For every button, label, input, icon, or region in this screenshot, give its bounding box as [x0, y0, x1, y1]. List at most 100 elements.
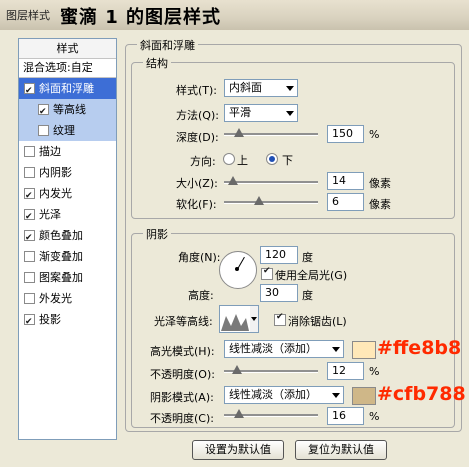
- depth-slider[interactable]: [224, 128, 318, 140]
- style-item-label: 外发光: [39, 292, 72, 305]
- styles-header[interactable]: 样式: [19, 39, 116, 59]
- highlight-mode-value: 线性减淡（添加）: [229, 342, 317, 355]
- angle-unit: 度: [302, 251, 313, 264]
- direction-label: 方向:: [190, 155, 216, 168]
- bevel-emboss-title: 斜面和浮雕: [137, 37, 198, 53]
- style-item-label: 内阴影: [39, 166, 72, 179]
- shadow-mode-dropdown[interactable]: 线性减淡（添加）: [224, 386, 344, 404]
- overlay-title: 蜜滴 1 的图层样式: [60, 7, 222, 28]
- window-title: 图层样式: [6, 9, 50, 22]
- bevel-checkbox[interactable]: [24, 81, 35, 102]
- highlight-mode-dropdown[interactable]: 线性减淡（添加）: [224, 340, 344, 358]
- depth-input[interactable]: 150: [327, 125, 364, 143]
- shadow-mode-value: 线性减淡（添加）: [229, 388, 317, 401]
- style-item-bevel[interactable]: 斜面和浮雕: [19, 78, 116, 102]
- style-label: 样式(T):: [176, 84, 218, 97]
- size-label: 大小(Z):: [176, 177, 218, 190]
- style-item-label: 渐变叠加: [39, 250, 83, 263]
- chevron-down-icon: [251, 317, 257, 321]
- chevron-down-icon: [286, 111, 294, 116]
- method-dropdown[interactable]: 平滑: [224, 104, 298, 122]
- direction-down-radio[interactable]: [266, 153, 278, 165]
- blend-options-item[interactable]: 混合选项:自定: [19, 59, 116, 78]
- stroke-checkbox[interactable]: [24, 146, 35, 157]
- style-item-inner-shadow[interactable]: 内阴影: [19, 162, 116, 183]
- make-default-button[interactable]: 设置为默认值: [192, 440, 284, 460]
- shadow-color-swatch[interactable]: [352, 387, 376, 405]
- global-light-checkbox[interactable]: [261, 266, 273, 280]
- size-slider[interactable]: [224, 176, 318, 188]
- title-bar[interactable]: 图层样式 蜜滴 1 的图层样式: [0, 0, 469, 30]
- style-item-pattern-overlay[interactable]: 图案叠加: [19, 267, 116, 288]
- drop-shadow-checkbox[interactable]: [24, 312, 35, 333]
- color-overlay-checkbox[interactable]: [24, 228, 35, 249]
- style-item-outer-glow[interactable]: 外发光: [19, 288, 116, 309]
- altitude-unit: 度: [302, 289, 313, 302]
- styles-list: 样式 混合选项:自定 斜面和浮雕 等高线 纹理 描边 内阴影 内发光 光泽 颜色…: [18, 38, 117, 440]
- outer-glow-checkbox[interactable]: [24, 293, 35, 304]
- contour-checkbox[interactable]: [38, 102, 49, 123]
- gradient-overlay-checkbox[interactable]: [24, 251, 35, 262]
- style-item-label: 斜面和浮雕: [39, 82, 94, 95]
- anti-aliased-label: 消除锯齿(L): [288, 315, 347, 328]
- satin-checkbox[interactable]: [24, 207, 35, 228]
- style-item-label: 内发光: [39, 187, 72, 200]
- shading-title: 阴影: [143, 226, 171, 242]
- layer-style-dialog: 图层样式 蜜滴 1 的图层样式 样式 混合选项:自定 斜面和浮雕 等高线 纹理 …: [0, 0, 469, 467]
- shadow-opacity-thumb[interactable]: [234, 409, 244, 419]
- chevron-down-icon: [286, 86, 294, 91]
- shadow-opacity-unit: %: [369, 410, 380, 423]
- altitude-input[interactable]: 30: [260, 284, 298, 302]
- style-item-inner-glow[interactable]: 内发光: [19, 183, 116, 207]
- gloss-contour-preview[interactable]: [219, 305, 251, 333]
- direction-up-radio[interactable]: [223, 153, 235, 165]
- soften-slider[interactable]: [224, 196, 318, 208]
- soften-input[interactable]: 6: [327, 193, 364, 211]
- highlight-opacity-thumb[interactable]: [232, 365, 242, 375]
- style-item-stroke[interactable]: 描边: [19, 141, 116, 162]
- angle-input[interactable]: 120: [260, 246, 298, 264]
- angle-dial[interactable]: [219, 251, 257, 289]
- style-item-satin[interactable]: 光泽: [19, 204, 116, 228]
- style-item-label: 纹理: [53, 124, 75, 137]
- depth-slider-thumb[interactable]: [234, 128, 244, 138]
- highlight-color-swatch[interactable]: [352, 341, 376, 359]
- style-item-contour[interactable]: 等高线: [19, 99, 116, 123]
- reset-default-button[interactable]: 复位为默认值: [295, 440, 387, 460]
- style-dropdown-value: 内斜面: [229, 81, 262, 94]
- style-item-label: 图案叠加: [39, 271, 83, 284]
- shadow-opacity-slider[interactable]: [224, 409, 318, 421]
- highlight-opacity-slider[interactable]: [224, 365, 318, 377]
- soften-slider-thumb[interactable]: [254, 196, 264, 206]
- inner-glow-checkbox[interactable]: [24, 186, 35, 207]
- style-item-gradient-overlay[interactable]: 渐变叠加: [19, 246, 116, 267]
- highlight-opacity-input[interactable]: 12: [327, 362, 364, 380]
- style-item-color-overlay[interactable]: 颜色叠加: [19, 225, 116, 249]
- depth-unit: %: [369, 128, 380, 141]
- chevron-down-icon: [332, 347, 340, 352]
- inner-shadow-checkbox[interactable]: [24, 167, 35, 178]
- shadow-mode-label: 阴影模式(A):: [150, 391, 214, 404]
- highlight-color-annotation: #ffe8b8: [377, 337, 462, 359]
- method-dropdown-value: 平滑: [229, 106, 251, 119]
- style-dropdown[interactable]: 内斜面: [224, 79, 298, 97]
- anti-aliased-checkbox[interactable]: [274, 312, 286, 326]
- shadow-opacity-input[interactable]: 16: [327, 407, 364, 425]
- highlight-opacity-unit: %: [369, 365, 380, 378]
- pattern-overlay-checkbox[interactable]: [24, 272, 35, 283]
- highlight-mode-label: 高光模式(H):: [150, 345, 215, 358]
- size-input[interactable]: 14: [327, 172, 364, 190]
- direction-up-label: 上: [237, 154, 248, 167]
- style-item-label: 颜色叠加: [39, 229, 83, 242]
- gloss-contour-dropdown[interactable]: [250, 305, 259, 333]
- depth-label: 深度(D):: [176, 131, 219, 144]
- style-item-drop-shadow[interactable]: 投影: [19, 309, 116, 333]
- soften-unit: 像素: [369, 198, 391, 211]
- direction-down-label: 下: [282, 154, 293, 167]
- style-item-texture[interactable]: 纹理: [19, 120, 116, 141]
- texture-checkbox[interactable]: [38, 125, 49, 136]
- size-slider-thumb[interactable]: [228, 176, 238, 186]
- contour-curve-icon: [221, 314, 249, 331]
- global-light-label: 使用全局光(G): [275, 269, 348, 282]
- gloss-contour-label: 光泽等高线:: [154, 315, 213, 328]
